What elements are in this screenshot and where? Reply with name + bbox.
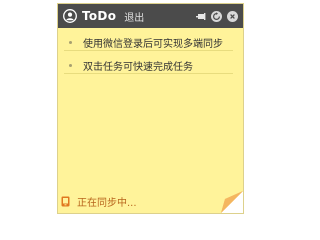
pin-icon[interactable] xyxy=(195,11,206,22)
page-curl-corner[interactable] xyxy=(221,191,243,213)
refresh-icon[interactable] xyxy=(211,10,222,22)
task-bullet xyxy=(69,63,72,67)
task-text: 双击任务可快速完成任务 xyxy=(83,61,193,73)
close-icon[interactable] xyxy=(227,10,238,22)
task-item[interactable]: 使用微信登录后可实现多端同步 xyxy=(64,28,233,51)
app-title: ToDo xyxy=(82,9,117,23)
sync-status: 正在同步中... xyxy=(61,194,137,209)
todo-window: ToDo 退出 使用微信登录后可实现多端同步 双击任务可快速完成任务 xyxy=(57,3,244,214)
phone-icon xyxy=(61,196,70,207)
sync-status-text: 正在同步中... xyxy=(77,198,137,209)
user-icon[interactable] xyxy=(62,9,77,24)
task-item[interactable]: 双击任务可快速完成任务 xyxy=(64,51,233,74)
task-list: 使用微信登录后可实现多端同步 双击任务可快速完成任务 xyxy=(58,28,243,74)
title-bar[interactable]: ToDo 退出 xyxy=(58,4,243,28)
task-bullet xyxy=(69,40,72,44)
task-text: 使用微信登录后可实现多端同步 xyxy=(83,38,223,50)
logout-link[interactable]: 退出 xyxy=(124,9,144,24)
